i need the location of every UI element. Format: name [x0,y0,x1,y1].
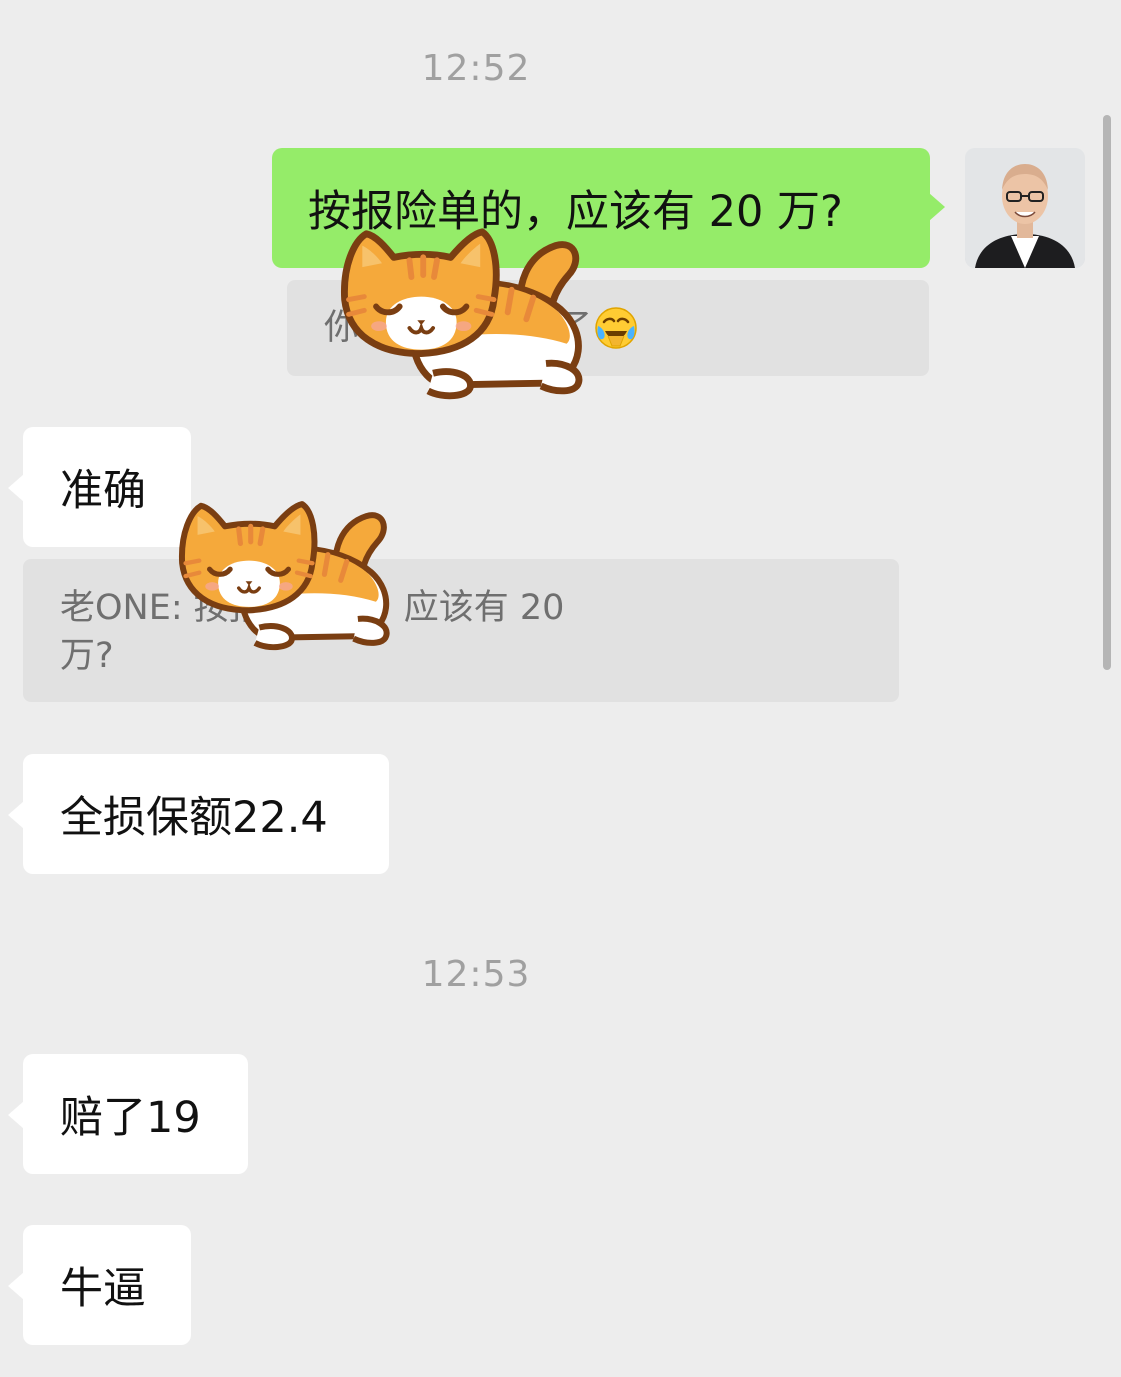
message-text: 赔了19 [60,1093,201,1143]
scrollbar[interactable] [1103,115,1111,670]
sleeping-cat-sticker [325,202,600,407]
avatar-icon [965,148,1085,268]
sleeping-cat-sticker [165,475,405,660]
quoted-message[interactable]: 老ONE: 按报险单的，应该有 20 万? [23,559,899,702]
message-bubble-incoming[interactable]: 赔了19 [8,1054,248,1174]
message-text: 牛逼 [60,1264,146,1314]
message-text: 全损保额22.4 [60,793,328,843]
timestamp: 12:52 [421,48,531,89]
user-avatar[interactable] [965,148,1085,268]
face-with-tears-emoji [595,307,637,349]
message-bubble-incoming[interactable]: 全损保额22.4 [8,754,389,874]
message-bubble-incoming[interactable]: 牛逼 [8,1225,191,1345]
timestamp: 12:53 [421,954,531,995]
message-text: 准确 [60,466,146,516]
